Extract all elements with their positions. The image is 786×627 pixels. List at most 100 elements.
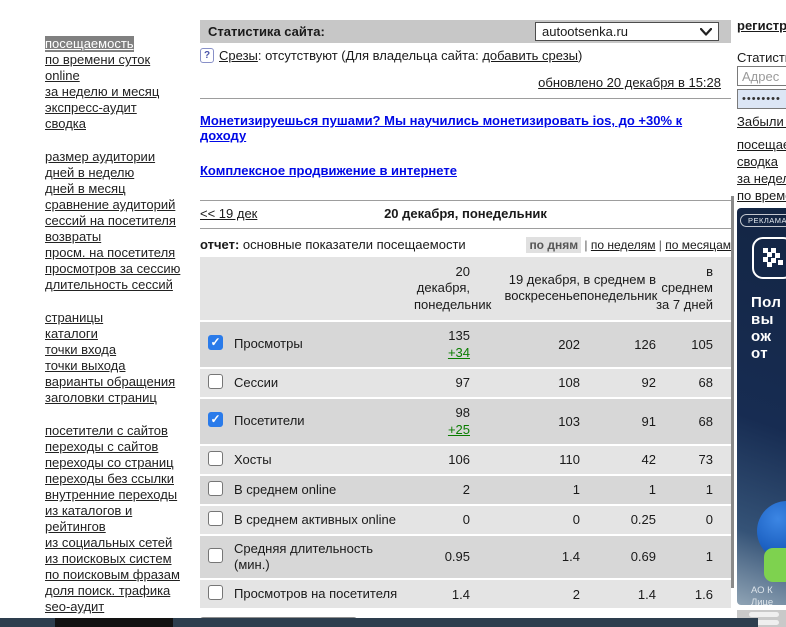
sidebar-item[interactable]: внутренние переходы [45,487,177,503]
sidebar-item[interactable]: варианты обращения [45,374,175,390]
sidebar-item[interactable]: за неделю и месяц [45,84,159,100]
row-checkbox[interactable] [208,548,223,564]
column-header: в среднем в понедельник [580,272,658,304]
row-checkbox[interactable] [208,480,223,496]
row-checkbox-checked[interactable] [208,412,223,428]
sidebar-item[interactable]: экспресс-аудит [45,100,137,116]
table-row: Посетители 98+25 103 91 68 [200,398,731,446]
row-label: Сессии [234,374,279,390]
row-label: Посетители [234,413,305,429]
sidebar-item[interactable]: сессий на посетителя [45,213,176,229]
row-checkbox[interactable] [208,373,223,389]
row-checkbox[interactable] [208,450,223,466]
row-label: Хосты [234,451,272,467]
sidebar-item[interactable]: из социальных сетей [45,535,172,551]
sidebar-item[interactable]: переходы со страниц [45,455,174,471]
sidebar-item[interactable]: посетители с сайтов [45,423,168,439]
row-checkbox[interactable] [208,585,223,601]
ad-cta-button[interactable] [764,548,786,582]
row-value: 0.69 [630,549,656,565]
view-option[interactable]: по месяцам [665,238,731,252]
view-switcher: по дням | по неделям | по месяцам [526,236,731,253]
sidebar-item[interactable]: просмотров за сессию [45,261,180,277]
right-panel-link[interactable]: по времен [737,187,786,204]
sidebar-item[interactable]: страницы [45,310,103,326]
right-panel-link[interactable]: за неделю [737,170,786,187]
delta-link[interactable]: +25 [414,421,470,439]
sidebar-item[interactable]: сравнение аудиторий [45,197,175,213]
sidebar-group: размер аудитории дней в неделю дней в меся… [45,149,185,293]
sidebar-group: посещаемость по времени суток online за нед… [45,36,185,132]
current-date-title: 20 декабря, понедельник [384,206,547,221]
register-link[interactable]: регистра [737,18,786,33]
row-value: 92 [641,375,656,391]
sidebar-item[interactable]: сводка [45,116,86,132]
main-content: Статистика сайта: autootsenka.ru ? Срезы… [200,0,731,627]
row-label: Просмотры [234,336,303,352]
sidebar-item[interactable]: доля поиск. трафика [45,583,170,599]
report-title: отчет: основные показатели посещаемости [200,237,466,252]
view-option[interactable]: по неделям [591,238,656,252]
prev-day-link[interactable]: << 19 дек [200,206,257,221]
sidebar-item[interactable]: переходы с сайтов [45,439,158,455]
address-input[interactable] [737,66,786,86]
divider [200,200,731,201]
row-value: 1.4 [561,549,580,565]
sidebar-item[interactable]: по времени суток [45,52,150,68]
sidebar-item[interactable]: каталоги [45,326,98,342]
right-quick-links: посещаемсводказа неделюпо времен [737,136,786,204]
column-header: 19 декабря, воскресенье [504,272,580,304]
ad-badge: РЕКЛАМА [740,214,786,227]
sidebar-item[interactable]: возвраты [45,229,101,245]
updated-link[interactable]: обновлено 20 декабря в 15:28 [538,75,721,90]
column-header: в среднем за 7 дней [656,264,713,312]
bottom-dark-bar [0,618,758,627]
right-panel-link[interactable]: сводка [737,153,786,170]
sidebar-item[interactable]: точки входа [45,342,116,358]
sidebar-item[interactable]: дней в месяц [45,181,126,197]
site-select-dropdown[interactable]: autootsenka.ru [535,22,719,41]
scrollbar-fragment[interactable] [749,612,779,617]
ad-banner[interactable]: РЕКЛАМА Пол вы ож от АО К Лице [737,208,786,605]
row-checkbox-checked[interactable] [208,335,223,351]
sidebar-item[interactable]: посещаемость [45,36,134,52]
row-value: 2 [462,482,470,498]
sidebar-item[interactable]: размер аудитории [45,149,155,165]
sidebar-group: страницы каталоги точки входа точки выхода в… [45,310,185,406]
row-label: В среднем online [234,481,337,497]
password-input[interactable] [737,89,786,109]
sidebar-item[interactable]: переходы без ссылки [45,471,174,487]
add-slices-link[interactable]: добавить срезы [482,48,578,63]
sidebar-item[interactable]: seo-аудит [45,599,104,615]
updated-row: обновлено 20 декабря в 15:28 [200,75,731,90]
row-checkbox[interactable] [208,510,223,526]
row-value: 91 [641,413,656,429]
stats-titlebar: Статистика сайта: autootsenka.ru [200,20,731,43]
sidebar-item[interactable]: дней в неделю [45,165,134,181]
row-value: 1.4 [637,586,656,602]
promo-link-2[interactable]: Комплексное продвижение в интернете [200,163,731,178]
row-value: 108 [558,375,580,391]
sidebar-item[interactable]: по поисковым фразам [45,567,180,583]
ad-text-line: вы [751,311,774,328]
row-value: 68 [698,413,713,429]
help-bubble-icon[interactable]: ? [200,48,214,63]
sidebar-item[interactable]: точки выхода [45,358,125,374]
slices-link[interactable]: Срезы [219,48,258,63]
forgot-password-link[interactable]: Забыли и [737,114,786,129]
row-value: 126 [634,336,656,352]
view-option[interactable]: по дням [526,236,582,253]
right-panel-link[interactable]: посещаем [737,136,786,153]
promo-link-1[interactable]: Монетизируешься пушами? Мы научились мон… [200,113,731,143]
sidebar-item[interactable]: из каталогов и рейтингов [45,503,185,535]
sidebar-item[interactable]: длительность сессий [45,277,173,293]
table-row: В среднем активных online 0 0 0.25 0 [200,505,731,536]
report-row: отчет: основные показатели посещаемости … [200,236,731,253]
row-value: 1 [705,482,713,498]
sidebar-item[interactable]: online [45,68,80,84]
sidebar-item[interactable]: заголовки страниц [45,390,157,406]
delta-link[interactable]: +34 [414,344,470,362]
sidebar-item[interactable]: из поисковых систем [45,551,172,567]
row-value: 135 +34 [414,327,470,362]
sidebar-item[interactable]: просм. на посетителя [45,245,175,261]
